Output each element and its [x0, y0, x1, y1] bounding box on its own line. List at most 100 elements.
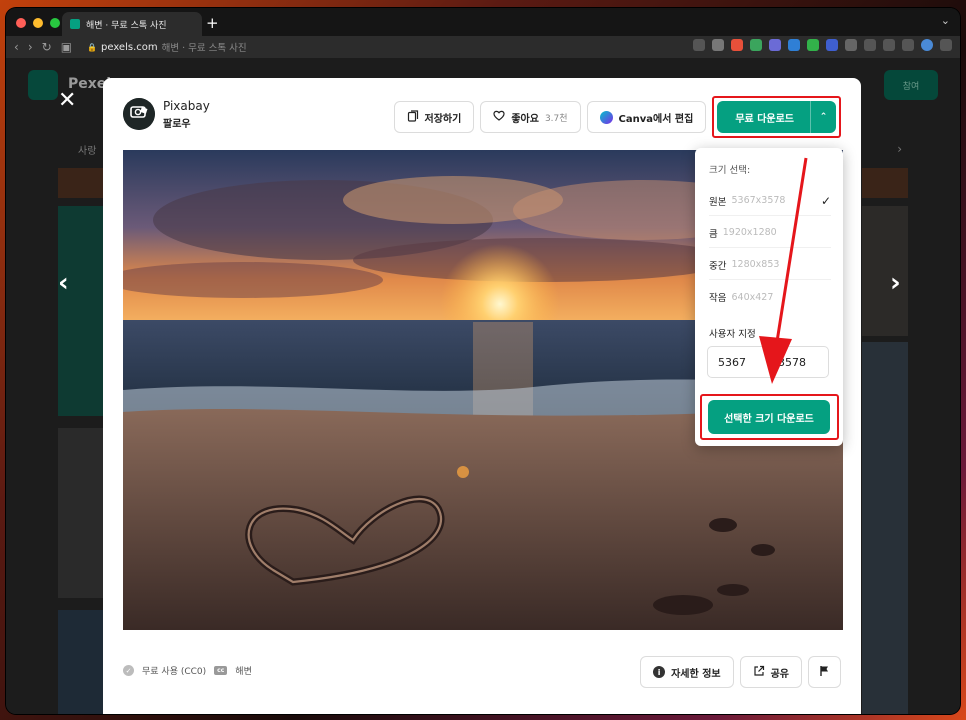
- info-icon: i: [653, 666, 666, 678]
- window-controls: [16, 18, 60, 28]
- size-option-name: 작음: [709, 293, 727, 304]
- share-icon: [753, 665, 765, 680]
- cc-icon: cc: [214, 666, 228, 675]
- collection-icon: [407, 109, 419, 125]
- author-avatar[interactable]: [123, 98, 155, 130]
- close-modal-icon[interactable]: ✕: [58, 88, 76, 113]
- menu-dots-icon[interactable]: [940, 39, 952, 51]
- footer-actions: i 자세한 정보 공유: [640, 656, 841, 688]
- share-button[interactable]: 공유: [739, 656, 802, 688]
- size-option-dims: 1280x853: [731, 259, 780, 270]
- size-heading: 크기 선택:: [709, 165, 751, 176]
- back-icon[interactable]: ‹: [14, 40, 19, 54]
- screen-icon[interactable]: [883, 39, 895, 51]
- forward-icon[interactable]: ›: [28, 40, 33, 54]
- like-label: 좋아요: [511, 113, 539, 125]
- size-option-dims: 640x427: [731, 291, 774, 303]
- download-highlight: 무료 다운로드 ⌃: [712, 96, 841, 138]
- background-thumbnail: [862, 168, 908, 198]
- profile-avatar-icon[interactable]: [921, 39, 933, 51]
- size-option-name: 중간: [709, 260, 727, 272]
- browser-window: 해변 · 무료 스톡 사진 + ⌄ ‹ › ↻ ▣ 🔒 pexels.com 해…: [6, 8, 960, 714]
- custom-width-input[interactable]: 5367: [708, 356, 768, 369]
- background-thumbnail: [58, 206, 104, 416]
- size-option-large[interactable]: 큼 1920x1280: [709, 218, 831, 248]
- license-label[interactable]: 무료 사용 (CC0): [142, 664, 206, 677]
- puzzle-icon[interactable]: [845, 39, 857, 51]
- pexels-favicon-icon: [70, 19, 80, 29]
- like-button[interactable]: 좋아요 3.7천: [480, 101, 581, 133]
- custom-size-label: 사용자 지정: [709, 329, 756, 340]
- download-selected-button[interactable]: 선택한 크기 다운로드: [708, 400, 830, 434]
- chevron-up-icon[interactable]: ⌃: [810, 101, 836, 133]
- follow-button[interactable]: 팔로우: [163, 115, 210, 130]
- download-label: 무료 다운로드: [735, 113, 794, 125]
- chevron-right-icon[interactable]: ›: [897, 142, 902, 156]
- bookmark-star-icon[interactable]: [712, 39, 724, 51]
- download-selected-highlight: 선택한 크기 다운로드: [700, 394, 839, 440]
- extension-icon[interactable]: [750, 39, 762, 51]
- extension-toolbar: [693, 39, 952, 51]
- size-option-name: 원본: [709, 196, 727, 208]
- background-thumbnail: [862, 206, 908, 336]
- share-label: 공유: [770, 668, 789, 680]
- location-tag[interactable]: 해변: [235, 664, 252, 677]
- save-button[interactable]: 저장하기: [393, 101, 475, 133]
- canva-edit-button[interactable]: Canva에서 편집: [586, 101, 707, 133]
- report-button[interactable]: [808, 656, 841, 688]
- size-option-dims: 1920x1280: [722, 227, 777, 238]
- canva-logo-icon: [599, 110, 613, 124]
- like-count: 3.7천: [544, 113, 568, 124]
- share-icon[interactable]: [693, 39, 705, 51]
- minimize-window-button[interactable]: [33, 18, 43, 28]
- tab-bar: 해변 · 무료 스톡 사진 + ⌄: [6, 8, 960, 36]
- checkmark-icon: ✓: [820, 193, 831, 208]
- reload-icon[interactable]: ↻: [42, 40, 52, 54]
- size-dropdown: 크기 선택: 원본 5367x3578 ✓ 큼 1920x1280 중간 128…: [695, 148, 843, 446]
- tab-title: 해변 · 무료 스톡 사진: [86, 20, 167, 31]
- download-icon[interactable]: [864, 39, 876, 51]
- previous-photo-icon[interactable]: ‹: [58, 268, 69, 298]
- tab-search-icon[interactable]: ⌄: [941, 14, 950, 27]
- photo-actions: 저장하기 좋아요 3.7천 Canva에서 편집 무료 다운로드 ⌃: [393, 96, 841, 138]
- browser-tab[interactable]: 해변 · 무료 스톡 사진: [62, 12, 202, 36]
- address-bar: ‹ › ↻ ▣ 🔒 pexels.com 해변 · 무료 스톡 사진: [6, 36, 960, 58]
- custom-size-inputs: 5367 3578: [707, 346, 829, 378]
- custom-height-input[interactable]: 3578: [768, 356, 828, 369]
- url-domain: pexels.com: [101, 41, 158, 53]
- flag-icon: [819, 665, 830, 680]
- size-option-small[interactable]: 작음 640x427: [709, 282, 831, 312]
- extension-icon[interactable]: [826, 39, 838, 51]
- join-button[interactable]: 참여: [884, 70, 938, 100]
- size-option-name: 큼: [709, 228, 718, 240]
- canva-label: Canva에서 편집: [618, 113, 694, 125]
- category-tab[interactable]: 사랑: [78, 142, 96, 157]
- new-tab-button[interactable]: +: [206, 14, 219, 32]
- maximize-window-button[interactable]: [50, 18, 60, 28]
- author-name[interactable]: Pixabay: [163, 99, 210, 113]
- next-photo-icon[interactable]: ›: [890, 268, 901, 298]
- background-thumbnail: [58, 428, 104, 598]
- license-info: ✓ 무료 사용 (CC0) cc 해변: [123, 664, 252, 677]
- size-option-dims: 5367x3578: [731, 195, 786, 206]
- background-thumbnail: [58, 168, 104, 198]
- free-download-button[interactable]: 무료 다운로드 ⌃: [717, 101, 836, 133]
- extension-icon[interactable]: [788, 39, 800, 51]
- extension-icon[interactable]: [769, 39, 781, 51]
- save-label: 저장하기: [424, 113, 462, 125]
- heart-icon: [493, 110, 505, 124]
- author-info[interactable]: Pixabay 팔로우: [123, 98, 210, 130]
- close-window-button[interactable]: [16, 18, 26, 28]
- size-option-original[interactable]: 원본 5367x3578 ✓: [709, 186, 831, 216]
- extension-icon[interactable]: [731, 39, 743, 51]
- background-thumbnail: [862, 342, 908, 714]
- notion-extension-icon[interactable]: ▣: [61, 40, 72, 54]
- size-option-medium[interactable]: 중간 1280x853: [709, 250, 831, 280]
- pexels-logo-icon: [28, 70, 58, 100]
- details-button[interactable]: i 자세한 정보: [640, 656, 734, 688]
- sidebar-icon[interactable]: [902, 39, 914, 51]
- extension-icon[interactable]: [807, 39, 819, 51]
- lock-icon: 🔒: [87, 42, 97, 52]
- url-field[interactable]: 🔒 pexels.com 해변 · 무료 스톡 사진: [87, 40, 247, 55]
- check-circle-icon: ✓: [123, 665, 134, 676]
